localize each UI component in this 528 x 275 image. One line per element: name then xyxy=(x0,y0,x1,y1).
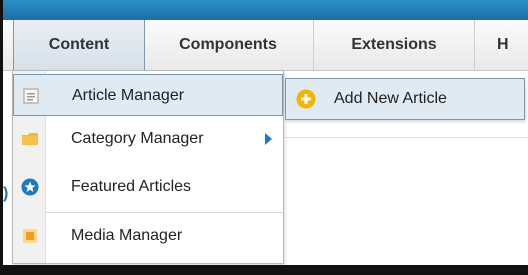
article-icon xyxy=(22,87,40,105)
admin-top-bar xyxy=(3,0,528,20)
featured-articles-label: Featured Articles xyxy=(71,178,192,195)
menu-extensions[interactable]: Extensions xyxy=(313,20,474,70)
star-icon xyxy=(21,178,39,196)
background-edge-glyph: ) xyxy=(3,185,9,202)
menu-item-category-manager[interactable]: Category Manager xyxy=(13,118,283,160)
menu-components[interactable]: Components xyxy=(144,20,312,70)
window-bottom-border xyxy=(0,265,528,275)
article-manager-label: Article Manager xyxy=(72,87,185,104)
add-new-article-label: Add New Article xyxy=(334,90,447,107)
category-manager-label: Category Manager xyxy=(71,130,204,147)
menu-help-partial[interactable]: H xyxy=(474,20,528,70)
media-icon xyxy=(21,227,39,245)
menu-content[interactable]: Content xyxy=(13,20,145,70)
folder-icon xyxy=(21,130,39,148)
submenu-add-new-article[interactable]: Add New Article xyxy=(285,78,525,120)
menu-item-article-manager[interactable]: Article Manager xyxy=(13,74,283,116)
menu-item-media-manager[interactable]: Media Manager xyxy=(13,215,283,257)
content-divider xyxy=(260,137,528,138)
menu-item-featured-articles[interactable]: Featured Articles xyxy=(13,166,283,208)
submenu-arrow-icon xyxy=(265,133,272,145)
main-menu-bar: Content Components Extensions H xyxy=(3,20,528,71)
add-icon xyxy=(296,89,316,109)
media-manager-label: Media Manager xyxy=(71,227,183,244)
menu-divider xyxy=(45,212,283,213)
content-dropdown-menu: Article Manager Category Manager Feature… xyxy=(12,70,284,264)
